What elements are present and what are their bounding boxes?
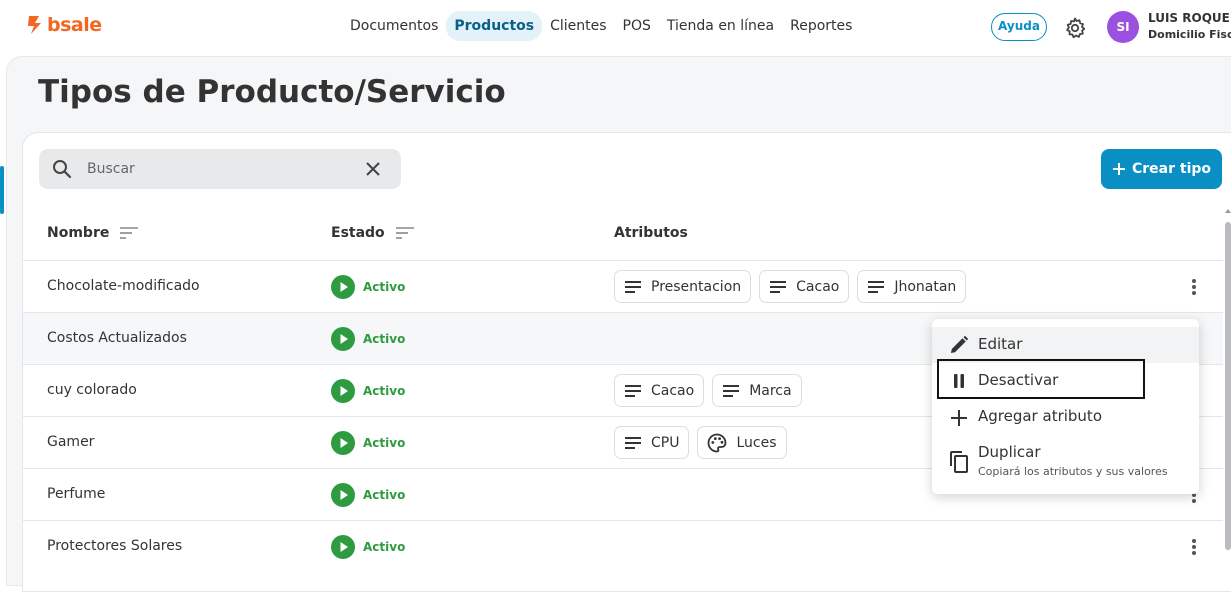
column-header-label: Nombre (47, 225, 110, 241)
status-badge: Activo (331, 379, 405, 403)
more-options-icon[interactable] (1188, 277, 1200, 297)
row-name: Gamer (47, 434, 95, 450)
attribute-label: Presentacion (651, 278, 742, 295)
play-circle-icon (331, 535, 355, 559)
create-type-button[interactable]: Crear tipo (1101, 149, 1222, 189)
page-title: Tipos de Producto/Servicio (38, 74, 506, 110)
row-name: cuy colorado (47, 382, 137, 398)
row-name: Chocolate-modificado (47, 278, 200, 294)
main-nav: Documentos Productos Clientes POS Tienda… (342, 11, 860, 41)
play-circle-icon (331, 275, 355, 299)
play-circle-icon (331, 379, 355, 403)
play-circle-icon (331, 327, 355, 351)
play-circle-icon (331, 431, 355, 455)
palette-icon (708, 433, 727, 452)
table-row[interactable]: Protectores Solares Activo (23, 520, 1223, 572)
lines-icon (625, 436, 641, 449)
focus-highlight (937, 359, 1145, 399)
attribute-chip[interactable]: Marca (712, 374, 802, 407)
lines-icon (625, 384, 641, 397)
lines-icon (625, 280, 641, 293)
copy-icon (950, 451, 968, 473)
scroll-up-icon[interactable] (1225, 207, 1231, 215)
nav-item-pos[interactable]: POS (615, 11, 659, 41)
scrollbar[interactable] (1225, 222, 1231, 550)
play-circle-icon (331, 483, 355, 507)
attribute-label: Cacao (796, 278, 840, 295)
search-icon (53, 160, 72, 179)
attribute-chip[interactable]: Cacao (759, 270, 850, 303)
nav-item-reportes[interactable]: Reportes (782, 11, 860, 41)
top-bar: bsale Documentos Productos Clientes POS … (0, 0, 1231, 56)
column-header-label: Estado (331, 225, 385, 241)
status-label: Activo (363, 332, 406, 346)
status-label: Activo (363, 540, 406, 554)
nav-item-clientes[interactable]: Clientes (542, 11, 614, 41)
menu-item-label: Agregar atributo (978, 407, 1102, 425)
attribute-chip[interactable]: Jhonatan (857, 270, 967, 303)
status-label: Activo (363, 488, 406, 502)
attribute-label: Cacao (651, 382, 695, 399)
row-name: Perfume (47, 486, 106, 502)
close-icon[interactable] (364, 160, 382, 178)
table-row[interactable]: Chocolate-modificado Activo Presentacion… (23, 260, 1223, 312)
menu-item-sublabel: Copiará los atributos y sus valores (978, 465, 1168, 478)
bsale-logo-icon (28, 16, 41, 34)
nav-item-tienda[interactable]: Tienda en línea (659, 11, 782, 41)
user-subtitle: Domicilio Fisca (1148, 28, 1231, 41)
more-options-icon[interactable] (1188, 537, 1200, 557)
lines-icon (868, 280, 885, 293)
status-label: Activo (363, 436, 406, 450)
row-name: Protectores Solares (47, 538, 183, 554)
brand-name: bsale (47, 14, 102, 36)
column-header-estado[interactable]: Estado (331, 225, 415, 241)
avatar[interactable]: SI (1107, 11, 1139, 43)
attribute-chip[interactable]: CPU (614, 426, 690, 459)
sidebar-indicator (0, 166, 4, 214)
menu-item-label: Duplicar (978, 443, 1041, 461)
attribute-list: Cacao Marca (614, 374, 802, 407)
attribute-list: CPU Luces (614, 426, 787, 459)
search-input[interactable] (87, 159, 357, 179)
status-badge: Activo (331, 275, 405, 299)
attribute-label: Jhonatan (894, 278, 957, 295)
pencil-icon (951, 335, 969, 353)
sort-icon[interactable] (119, 226, 139, 240)
brand-logo[interactable]: bsale (26, 14, 102, 36)
plus-icon (951, 410, 967, 426)
nav-item-documentos[interactable]: Documentos (342, 11, 446, 41)
create-type-label: Crear tipo (1131, 161, 1212, 177)
menu-item-add-attribute[interactable]: Agregar atributo (932, 399, 1199, 435)
lines-icon (723, 384, 740, 397)
attribute-chip[interactable]: Luces (697, 426, 787, 459)
attribute-label: Luces (736, 434, 777, 451)
status-badge: Activo (331, 431, 405, 455)
attribute-chip[interactable]: Presentacion (614, 270, 752, 303)
status-label: Activo (363, 280, 406, 294)
lines-icon (770, 280, 787, 293)
sort-icon[interactable] (395, 226, 415, 240)
search-box (39, 149, 401, 189)
nav-item-productos[interactable]: Productos (446, 11, 543, 41)
attribute-list: Presentacion Cacao Jhonatan (614, 270, 967, 303)
status-badge: Activo (331, 535, 405, 559)
menu-item-label: Editar (978, 335, 1023, 353)
column-header-label: Atributos (614, 225, 688, 241)
plus-icon (1112, 163, 1125, 175)
status-badge: Activo (331, 483, 405, 507)
gear-icon[interactable] (1063, 16, 1087, 40)
menu-item-edit[interactable]: Editar (932, 327, 1199, 363)
status-label: Activo (363, 384, 406, 398)
row-name: Costos Actualizados (47, 330, 187, 346)
attribute-label: CPU (651, 434, 680, 451)
status-badge: Activo (331, 327, 405, 351)
column-header-nombre[interactable]: Nombre (47, 225, 139, 241)
menu-item-duplicate[interactable]: Duplicar Copiará los atributos y sus val… (932, 435, 1199, 487)
user-name[interactable]: LUIS ROQUE (1148, 11, 1230, 25)
attribute-chip[interactable]: Cacao (614, 374, 705, 407)
column-header-atributos: Atributos (614, 225, 688, 241)
row-context-menu: Editar Desactivar Agregar atributo Dupli… (932, 319, 1199, 494)
help-button[interactable]: Ayuda (991, 13, 1047, 41)
attribute-label: Marca (749, 382, 792, 399)
